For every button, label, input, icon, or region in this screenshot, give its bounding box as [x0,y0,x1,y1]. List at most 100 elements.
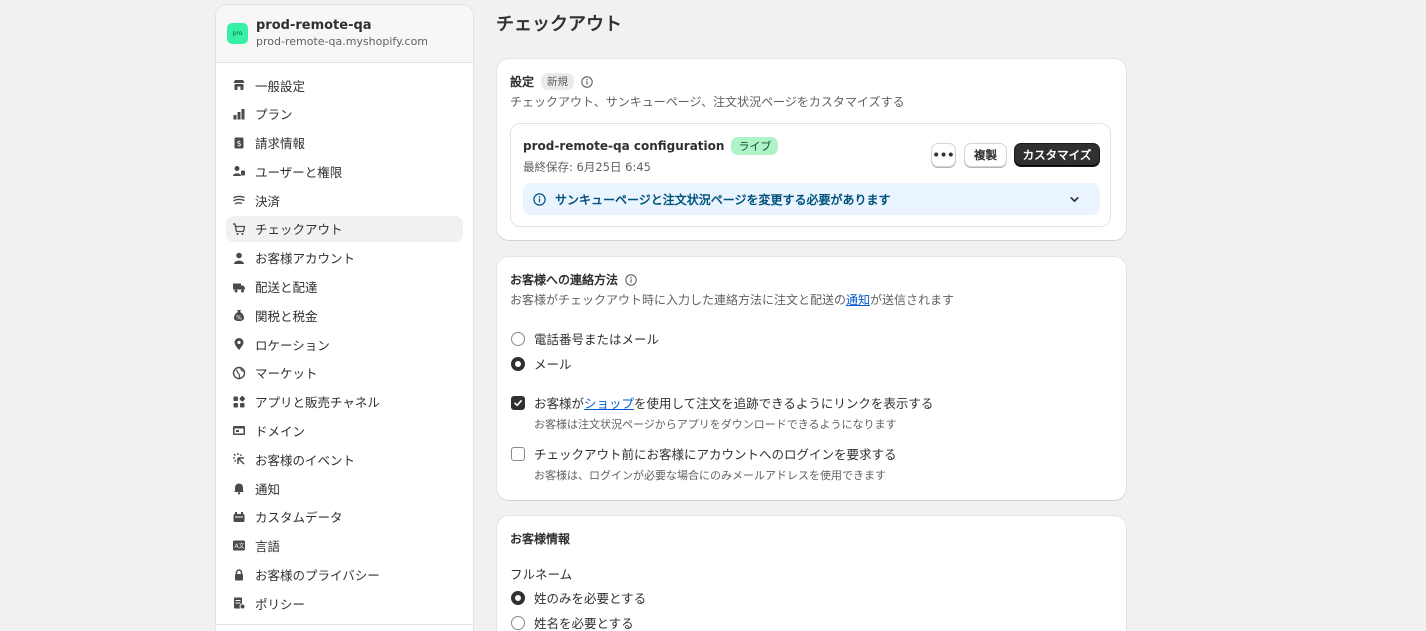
sidebar-item-label: 一般設定 [255,78,306,94]
shop-tracking-checkbox[interactable] [511,395,525,410]
banner-text: サンキューページと注文状況ページを変更する必要があります [555,192,891,207]
sidebar-item-label: 決済 [255,193,281,209]
store-icon [232,78,246,92]
sidebar-item-events[interactable]: お客様のイベント [226,446,463,472]
sidebar-item-payments[interactable]: 決済 [226,187,463,213]
contact-card-title: お客様への連絡方法 [510,273,619,287]
label-text-end: を使用して注文を追跡できるようにリンクを表示する [634,396,934,411]
info-icon[interactable] [581,75,593,88]
store-name: prod-remote-qa [256,18,372,33]
page-title: チェックアウト [496,14,622,35]
radio-label: メール [534,357,572,372]
sidebar-item-language[interactable]: A 文言語 [226,533,463,559]
sidebar-item-label: マーケット [255,366,318,382]
sidebar-item-globe[interactable]: マーケット [226,360,463,386]
sidebar-item-label: お客様のイベント [255,452,356,468]
store-domain: prod-remote-qa.myshopify.com [256,35,429,48]
sidebar-item-label: ロケーション [255,337,330,353]
store-avatar: pro [227,23,248,44]
radio-phone-or-email[interactable]: 電話番号またはメール [511,329,659,348]
bell-icon [232,481,246,495]
sidebar-item-label: プラン [255,107,293,123]
sidebar-divider [216,624,473,625]
events-icon [232,452,246,466]
require-login-label: チェックアウト前にお客様にアカウントへのログインを要求する [534,447,897,462]
chevron-down-icon[interactable] [1068,193,1081,206]
truck-icon [232,280,246,294]
sidebar-item-bell[interactable]: 通知 [226,475,463,501]
last-saved: 最終保存: 6月25日 6:45 [523,160,651,174]
checkmark-icon [514,399,522,406]
duplicate-button[interactable]: 複製 [964,143,1007,167]
radio-last-name-only[interactable]: 姓のみを必要とする [511,588,646,607]
sidebar-item-location[interactable]: ロケーション [226,331,463,357]
sidebar-item-data[interactable]: カスタムデータ [226,504,463,530]
require-login-checkbox-row[interactable]: チェックアウト前にお客様にアカウントへのログインを要求する [511,444,897,463]
sidebar-item-label: 配送と配達 [255,280,318,296]
customer-info-card: お客様情報 フルネーム 姓のみを必要とする 姓名を必要とする [497,516,1126,631]
sidebar-item-plan[interactable]: プラン [226,101,463,127]
radio-full-name[interactable]: 姓名を必要とする [511,613,634,631]
domain-icon [232,424,246,438]
settings-nav: 一般設定プラン $ 請求情報ユーザーと権限 決済チェックアウト お客様アカウント 配送と配… [216,63,473,616]
sidebar-item-label: カスタムデータ [255,510,343,526]
store-switcher[interactable]: pro prod-remote-qa prod-remote-qa.myshop… [216,5,473,63]
settings-card-title-row: 設定 新規 [510,73,905,90]
subtitle-text: お客様がチェックアウト時に入力した連絡方法に注文と配送の [510,293,847,307]
sidebar-item-label: ユーザーと権限 [255,164,343,180]
new-badge: 新規 [541,73,575,90]
customize-button[interactable]: カスタマイズ [1014,143,1100,167]
sidebar-item-cart[interactable]: チェックアウト [226,215,463,242]
shop-tracking-help: お客様は注文状況ページからアプリをダウンロードできるようになります [534,418,897,431]
update-required-banner[interactable]: サンキューページと注文状況ページを変更する必要があります [523,183,1100,215]
sidebar-item-label: 通知 [255,481,281,497]
contact-method-card: お客様への連絡方法 お客様がチェックアウト時に入力した連絡方法に注文と配送の通知… [497,257,1126,500]
shop-tracking-checkbox-row[interactable]: お客様がショップを使用して注文を追跡できるようにリンクを表示する [511,393,933,412]
users-icon [232,164,246,178]
contact-card-subtitle: お客様がチェックアウト時に入力した連絡方法に注文と配送の通知が送信されます [510,291,954,308]
customer-card-title: お客様情報 [510,532,571,546]
sidebar-item-label: お客様アカウント [255,251,356,267]
sidebar-item-policy[interactable]: ポリシー [226,590,463,616]
sidebar-item-label: チェックアウト [255,222,343,238]
checkout-configuration: prod-remote-qa configuration ライブ 最終保存: 6… [510,123,1111,227]
radio-button[interactable] [511,615,525,630]
payments-icon [232,193,246,207]
radio-button-selected[interactable] [511,356,525,371]
radio-label: 姓名を必要とする [534,616,634,631]
live-badge: ライブ [731,137,779,155]
banner-info-icon [533,192,546,206]
sidebar-item-label: ドメイン [255,424,306,440]
radio-email[interactable]: メール [511,354,572,373]
radio-button-selected[interactable] [511,590,525,605]
svg-text:$: $ [236,139,241,148]
sidebar-item-truck[interactable]: 配送と配達 [226,274,463,300]
sidebar-item-label: 関税と税金 [255,308,318,324]
sidebar-item-users[interactable]: ユーザーと権限 [226,158,463,184]
lock-icon [232,568,246,582]
sidebar-item-domain[interactable]: ドメイン [226,418,463,444]
info-icon[interactable] [625,273,637,286]
sidebar-item-lock[interactable]: お客様のプライバシー [226,562,463,588]
more-actions-button[interactable]: ••• [931,143,956,167]
sidebar-item-label: ポリシー [255,596,306,612]
require-login-checkbox[interactable] [511,446,525,461]
subtitle-text-end: が送信されます [870,293,955,307]
sidebar-item-tax[interactable]: % 関税と税金 [226,302,463,328]
radio-button[interactable] [511,331,525,346]
radio-label: 姓のみを必要とする [534,591,647,606]
notifications-link[interactable]: 通知 [846,293,870,307]
sidebar-item-store[interactable]: 一般設定 [226,72,463,98]
apps-icon [232,395,246,409]
shop-link[interactable]: ショップ [584,396,634,411]
fullname-label: フルネーム [510,567,573,582]
config-name-row: prod-remote-qa configuration ライブ [523,137,779,155]
sidebar-item-label: 言語 [255,539,281,555]
checkout-settings-card: 設定 新規 チェックアウト、サンキューページ、注文状況ページをカスタマイズする … [497,59,1126,240]
config-name: prod-remote-qa configuration [523,139,725,153]
language-icon: A文 [232,539,246,553]
globe-icon [232,366,246,380]
sidebar-item-person[interactable]: お客様アカウント [226,245,463,271]
sidebar-item-apps[interactable]: アプリと販売チャネル [226,389,463,415]
sidebar-item-billing[interactable]: $ 請求情報 [226,130,463,156]
